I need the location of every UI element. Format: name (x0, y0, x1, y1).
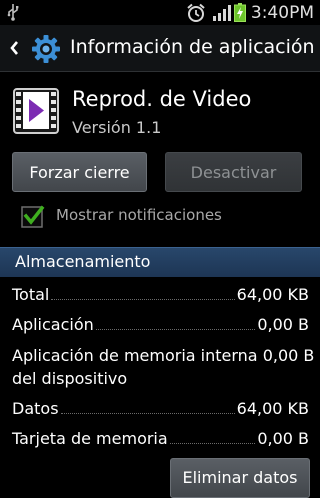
status-time: 3:40PM (250, 2, 314, 23)
storage-row-value: 64,00 KB (236, 399, 309, 418)
signal-icon (212, 4, 231, 21)
storage-row-label: Datos (12, 399, 59, 418)
storage-row-value: 64,00 KB (236, 285, 309, 304)
storage-row-label: del dispositivo (12, 369, 128, 388)
storage-row-application: Aplicación 0,00 B (12, 315, 309, 334)
clear-data-button[interactable]: Eliminar datos (170, 458, 310, 498)
video-player-icon (13, 88, 59, 134)
storage-section-title: Almacenamiento (15, 252, 151, 271)
page-title: Información de aplicación (70, 36, 315, 58)
notifications-checkbox[interactable] (20, 203, 46, 229)
usb-icon (7, 4, 19, 21)
storage-row-label: Aplicación (12, 315, 94, 334)
alarm-icon (187, 3, 205, 22)
storage-row-memory-card: Tarjeta de memoria 0,00 B (12, 429, 309, 448)
storage-row-value: 0,00 B (257, 429, 309, 448)
storage-row-value: 0,00 B (257, 315, 309, 334)
storage-row-internal-memory: Aplicación de memoria interna 0,00 B (12, 346, 315, 365)
storage-row-label: Tarjeta de memoria (12, 429, 168, 448)
disable-button[interactable]: Desactivar (165, 152, 302, 192)
dotted-leader (169, 443, 256, 444)
back-arrow-icon[interactable] (9, 40, 19, 56)
notifications-label[interactable]: Mostrar notificaciones (56, 206, 222, 224)
dotted-leader (60, 413, 235, 414)
storage-row-label: Total (12, 285, 50, 304)
dotted-leader (51, 299, 235, 300)
app-name: Reprod. de Video (72, 87, 252, 111)
storage-row-total: Total 64,00 KB (12, 285, 309, 304)
battery-charging-icon (233, 3, 246, 22)
app-version: Versión 1.1 (72, 118, 162, 137)
title-bar[interactable]: Información de aplicación (0, 25, 320, 72)
status-bar: 3:40PM (0, 0, 320, 25)
storage-row-internal-memory-cont: del dispositivo (12, 369, 127, 388)
storage-section-header: Almacenamiento (0, 247, 320, 277)
storage-row-value: 0,00 B (262, 346, 315, 365)
storage-row-label: Aplicación de memoria interna (12, 346, 258, 365)
force-stop-button[interactable]: Forzar cierre (12, 152, 147, 192)
gear-icon (32, 35, 60, 63)
dotted-leader (95, 329, 256, 330)
storage-row-data: Datos 64,00 KB (12, 399, 309, 418)
